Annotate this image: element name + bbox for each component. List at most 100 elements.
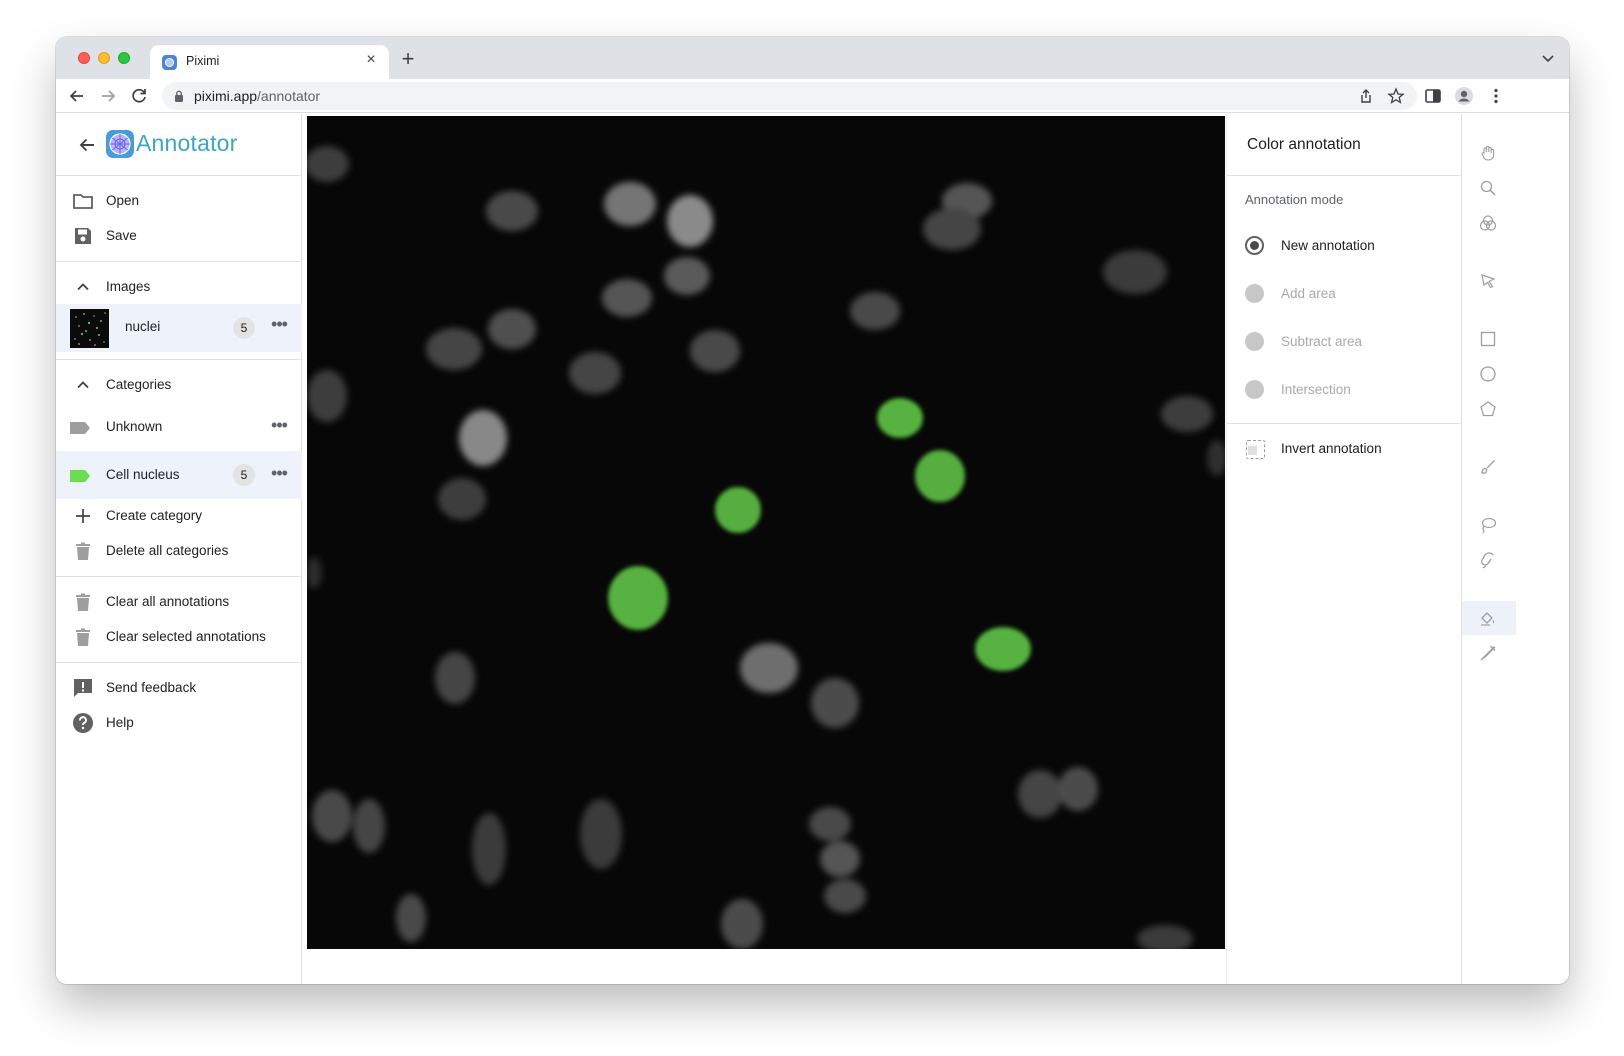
save-menu-item[interactable]: Save: [56, 218, 302, 254]
tool-magnetic[interactable]: [1462, 543, 1516, 577]
divider: [56, 576, 302, 577]
clear-all-annotations-button[interactable]: Clear all annotations: [56, 584, 302, 620]
send-feedback-button[interactable]: Send feedback: [56, 670, 302, 706]
reload-icon[interactable]: [128, 85, 150, 107]
side-panel-icon[interactable]: [1423, 86, 1443, 106]
images-header: Images: [106, 279, 151, 294]
profile-avatar-icon[interactable]: [1454, 86, 1474, 106]
image-name: nuclei: [125, 319, 161, 334]
mode-add-area[interactable]: Add area: [1227, 271, 1463, 315]
forward-icon[interactable]: [97, 85, 119, 107]
polygon-icon: [1480, 401, 1496, 417]
app-title: Annotator: [136, 130, 238, 156]
clear-selected-annotations-button[interactable]: Clear selected annotations: [56, 619, 302, 655]
tool-polygon[interactable]: [1462, 392, 1516, 426]
delete-all-categories-button[interactable]: Delete all categories: [56, 533, 302, 569]
image-canvas[interactable]: [307, 116, 1225, 949]
back-arrow-icon[interactable]: [76, 134, 98, 156]
panel-title: Color annotation: [1247, 136, 1361, 153]
chevron-up-icon: [77, 381, 89, 389]
tool-quick-annotation[interactable]: [1462, 636, 1516, 670]
create-category-button[interactable]: Create category: [56, 498, 302, 534]
categories-section-header[interactable]: Categories: [56, 367, 302, 403]
category-more-icon[interactable]: •••: [267, 416, 291, 440]
brush-icon: [1481, 460, 1495, 474]
nuclei-image[interactable]: [307, 116, 1225, 949]
browser-menu-icon[interactable]: [1486, 86, 1506, 106]
divider: [56, 359, 302, 360]
category-more-icon[interactable]: •••: [267, 464, 291, 488]
url-path: /annotator: [257, 88, 321, 104]
zoom-window-button[interactable]: [118, 52, 130, 64]
close-window-button[interactable]: [78, 52, 90, 64]
tool-lasso[interactable]: [1462, 508, 1516, 542]
category-item-unknown[interactable]: Unknown •••: [56, 403, 302, 451]
category-count-badge: 5: [233, 464, 255, 486]
category-item-cell-nucleus[interactable]: Cell nucleus 5 •••: [56, 451, 302, 499]
radio-disabled-icon[interactable]: [1245, 284, 1264, 303]
tool-hand[interactable]: [1462, 136, 1516, 170]
tool-options-panel: Color annotation Annotation mode New ann…: [1226, 114, 1463, 984]
clear-all-annotations-label: Clear all annotations: [106, 594, 230, 609]
divider: [1227, 423, 1463, 424]
minimize-window-button[interactable]: [98, 52, 110, 64]
radio-disabled-icon[interactable]: [1245, 332, 1264, 351]
trash-icon: [76, 542, 90, 560]
label-tag-icon: [70, 422, 90, 434]
invert-annotation-button[interactable]: Invert annotation: [1227, 426, 1463, 470]
mode-intersection[interactable]: Intersection: [1227, 367, 1463, 411]
radio-disabled-icon[interactable]: [1245, 380, 1264, 399]
invert-selection-icon: [1246, 440, 1265, 459]
open-label: Open: [106, 193, 140, 208]
tab-search-icon[interactable]: [1539, 49, 1557, 67]
tool-color-adjust[interactable]: [1462, 206, 1516, 240]
piximi-favicon-icon: [162, 55, 177, 70]
tool-color-annotation[interactable]: [1462, 601, 1516, 635]
zoom-icon: [1480, 180, 1496, 196]
pointer-icon: [1481, 274, 1496, 289]
back-icon[interactable]: [66, 85, 88, 107]
image-more-icon[interactable]: •••: [267, 315, 291, 339]
color-adjust-icon: [1479, 215, 1497, 231]
rectangle-icon: [1480, 331, 1496, 347]
tool-pointer[interactable]: [1462, 264, 1516, 298]
browser-toolbar: piximi.app/annotator: [56, 79, 1569, 113]
share-icon[interactable]: [1357, 87, 1375, 105]
annotation-mode-label: Annotation mode: [1245, 192, 1344, 207]
annotator-app: Annotator Open Save Images nuclei 5 ••• …: [56, 114, 1569, 984]
tool-zoom[interactable]: [1462, 171, 1516, 205]
images-section-header[interactable]: Images: [56, 269, 302, 305]
piximi-logo-icon: [106, 130, 134, 158]
help-button[interactable]: Help: [56, 705, 302, 741]
mode-label: Intersection: [1281, 382, 1351, 397]
annotation-count-badge: 5: [233, 317, 255, 339]
browser-tab[interactable]: Piximi ×: [150, 45, 389, 79]
left-sidebar: Annotator Open Save Images nuclei 5 ••• …: [56, 114, 302, 984]
browser-window: Piximi × + piximi.app/annotator Annotato…: [56, 37, 1569, 984]
image-list-item[interactable]: nuclei 5 •••: [56, 304, 302, 352]
new-tab-button[interactable]: +: [396, 48, 420, 72]
tab-close-icon[interactable]: ×: [361, 50, 381, 70]
address-bar[interactable]: piximi.app/annotator: [162, 82, 1417, 110]
bookmark-star-icon[interactable]: [1387, 87, 1405, 105]
mode-subtract-area[interactable]: Subtract area: [1227, 319, 1463, 363]
radio-selected-icon[interactable]: [1245, 236, 1264, 255]
categories-header: Categories: [106, 377, 172, 392]
lasso-icon: [1481, 517, 1497, 534]
chevron-up-icon: [77, 283, 89, 291]
tool-brush[interactable]: [1462, 450, 1516, 484]
magnetic-icon: [1481, 552, 1494, 569]
divider: [1227, 175, 1463, 176]
plus-icon: [76, 509, 90, 523]
url-text: piximi.app/annotator: [194, 88, 320, 104]
image-thumbnail: [70, 309, 109, 348]
send-feedback-label: Send feedback: [106, 680, 197, 695]
tool-ellipse[interactable]: [1462, 357, 1516, 391]
color-annotation-icon: [1481, 612, 1495, 626]
help-label: Help: [106, 715, 134, 730]
app-header: Annotator: [56, 114, 302, 176]
url-host: piximi.app: [194, 88, 258, 104]
mode-new-annotation[interactable]: New annotation: [1227, 223, 1463, 267]
tool-rectangle[interactable]: [1462, 322, 1516, 356]
open-menu-item[interactable]: Open: [56, 183, 302, 219]
